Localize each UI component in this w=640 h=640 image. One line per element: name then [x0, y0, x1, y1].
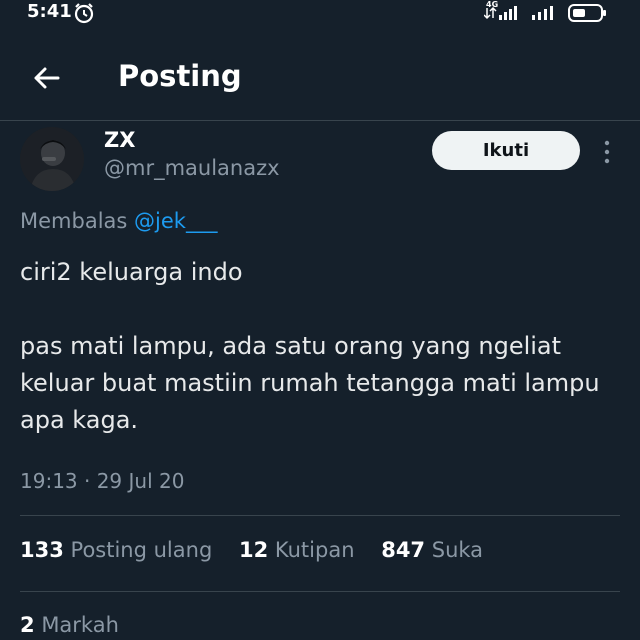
engagement-stats: 133 Posting ulang 12 Kutipan 847 Suka [20, 538, 503, 562]
alarm-icon [74, 3, 94, 24]
reposts-stat[interactable]: 133 Posting ulang [20, 538, 212, 562]
reposts-count: 133 [20, 538, 64, 562]
bookmarks-count: 2 [20, 613, 35, 637]
reposts-label: Posting ulang [70, 538, 213, 562]
stats-divider [20, 591, 620, 592]
likes-count: 847 [381, 538, 426, 562]
bookmarks-stat[interactable]: 2 Markah [20, 613, 119, 637]
post-text: ciri2 keluarga indo pas mati lampu, ada … [20, 254, 630, 439]
avatar-image [20, 127, 84, 191]
post-timestamp: 19:13 · 29 Jul 20 [20, 469, 185, 493]
timestamp-divider [20, 515, 620, 516]
reply-prefix: Membalas [20, 209, 128, 233]
likes-label: Suka [431, 538, 484, 562]
likes-stat[interactable]: 847 Suka [381, 538, 483, 562]
quotes-count: 12 [238, 538, 269, 562]
header-divider [0, 120, 640, 121]
author-display-name[interactable]: ZX [104, 128, 135, 152]
top-app-bar: Posting [0, 44, 640, 116]
page-title: Posting [118, 59, 242, 93]
vertical-ellipsis-icon[interactable] [598, 138, 616, 166]
author-handle[interactable]: @mr_maulanazx [104, 156, 280, 180]
post-text-line: pas mati lampu, ada satu orang yang ngel… [20, 332, 600, 434]
reply-mention-link[interactable]: @jek___ [134, 209, 217, 233]
follow-button[interactable]: Ikuti [432, 131, 580, 170]
post-text-line: ciri2 keluarga indo [20, 258, 243, 286]
quotes-stat[interactable]: 12 Kutipan [239, 538, 355, 562]
replying-to: Membalas @jek___ [20, 209, 217, 233]
bookmarks-label: Markah [41, 613, 119, 637]
battery-icon [568, 4, 606, 22]
quotes-label: Kutipan [274, 538, 355, 562]
signal-icon [484, 6, 517, 20]
status-bar: 5:41 4G [0, 0, 640, 28]
arrow-left-icon[interactable] [30, 62, 62, 94]
avatar[interactable] [20, 127, 84, 191]
signal-icon [532, 6, 553, 20]
status-time: 5:41 [27, 1, 72, 22]
